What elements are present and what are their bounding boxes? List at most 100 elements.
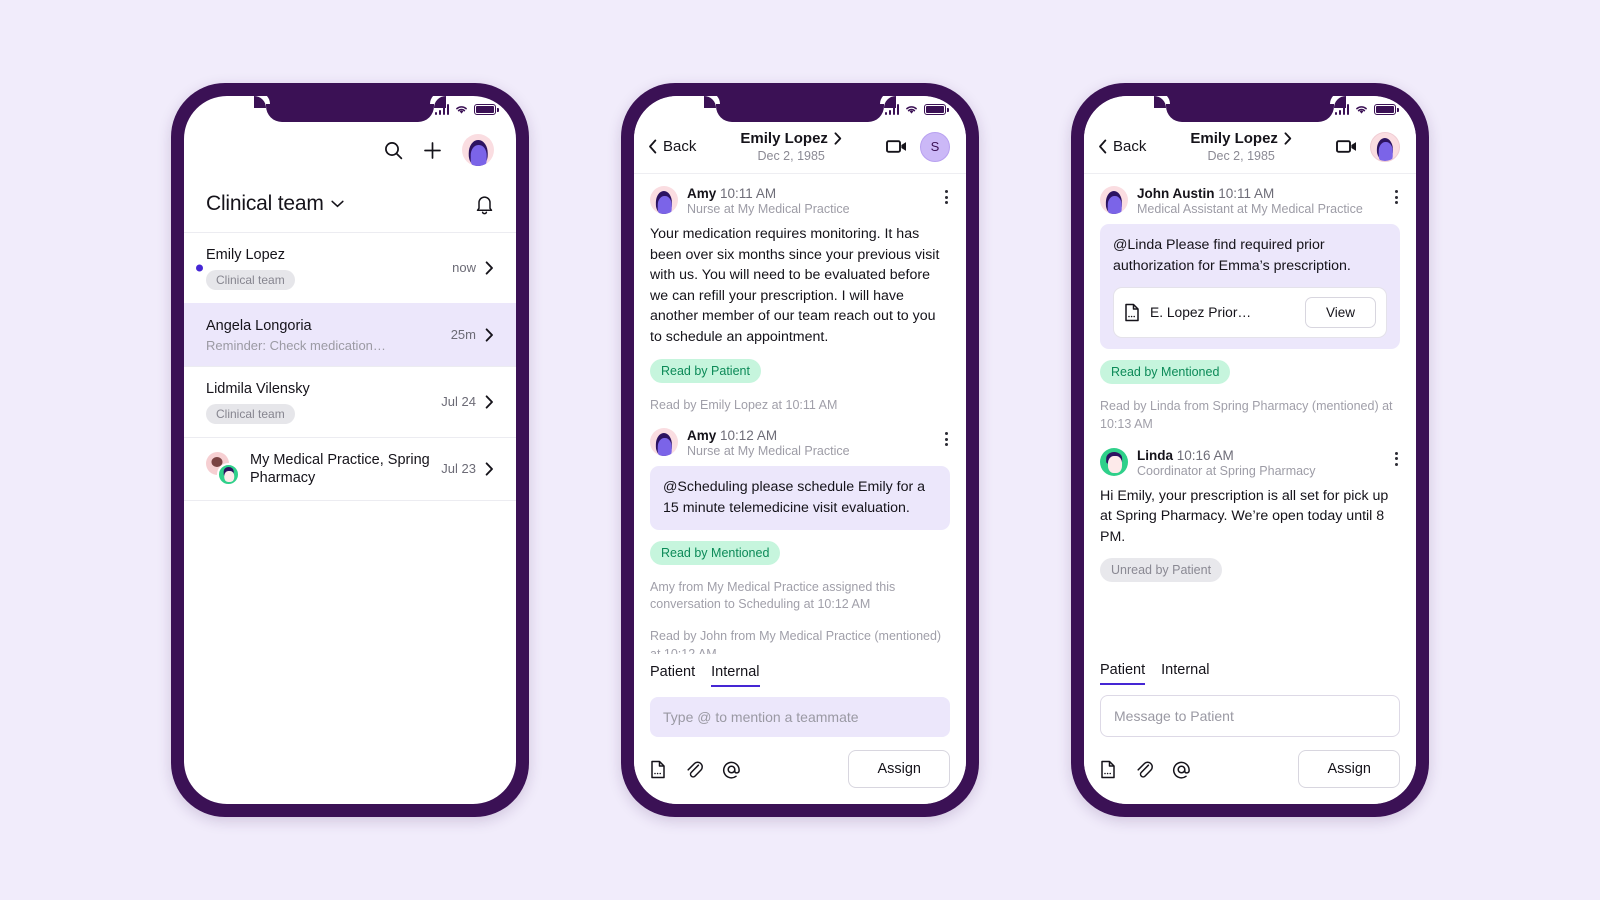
status-bar	[1334, 104, 1399, 115]
composer-tabs: Patient Internal	[650, 654, 950, 687]
list-item-time: Jul 24	[441, 394, 476, 410]
back-button[interactable]: Back	[1098, 138, 1146, 155]
at-mention-icon[interactable]	[1172, 760, 1191, 779]
back-button[interactable]: Back	[648, 138, 696, 155]
search-icon[interactable]	[384, 141, 403, 160]
list-item-content: Emily Lopez Clinical team	[206, 246, 444, 290]
message-options-icon[interactable]	[1393, 186, 1400, 208]
phone2-screen: Back Emily Lopez Dec 2, 1985 S Amy 10:11…	[634, 96, 966, 804]
avatar	[650, 428, 678, 457]
list-item-name: My Medical Practice, Spring Pharmacy	[250, 451, 430, 486]
back-label: Back	[663, 138, 697, 155]
message-time: 10:11 AM	[1218, 186, 1275, 201]
patient-name: Emily Lopez	[740, 130, 828, 147]
wifi-icon	[1356, 106, 1367, 114]
patient-header[interactable]: Emily Lopez Dec 2, 1985	[1146, 130, 1336, 163]
composer-tools	[650, 760, 741, 779]
chat-header-actions	[1336, 131, 1400, 162]
tab-internal[interactable]: Internal	[711, 664, 760, 687]
phone-notch	[254, 96, 446, 122]
message-body: Your medication requires monitoring. It …	[650, 226, 940, 345]
battery-icon	[924, 104, 949, 115]
chevron-right-icon	[485, 395, 493, 409]
tab-patient[interactable]: Patient	[650, 664, 695, 687]
message-author: Amy	[687, 428, 717, 444]
tab-internal[interactable]: Internal	[1161, 662, 1209, 685]
status-badge: Read by Patient	[650, 358, 761, 383]
read-receipt: Read by Emily Lopez at 10:11 AM	[650, 397, 838, 412]
list-item[interactable]: Lidmila Vilensky Clinical team Jul 24	[184, 366, 516, 437]
video-camera-icon[interactable]	[1336, 139, 1358, 154]
message-author: Linda	[1137, 447, 1173, 463]
at-mention-icon[interactable]	[722, 760, 741, 779]
view-button[interactable]: View	[1304, 297, 1376, 329]
status-bar	[434, 104, 499, 115]
wifi-icon	[906, 106, 917, 114]
list-item[interactable]: Angela Longoria Reminder: Check medicati…	[184, 302, 516, 367]
page-title-label: Clinical team	[206, 192, 324, 215]
paperclip-icon[interactable]	[1135, 760, 1153, 779]
message-input[interactable]: Message to Patient	[1100, 695, 1400, 737]
list-item[interactable]: My Medical Practice, Spring Pharmacy Jul…	[184, 436, 516, 500]
message-time: 10:16 AM	[1176, 447, 1234, 463]
avatar-group	[206, 451, 240, 486]
conversation-list: Emily Lopez Clinical team now Angela Lon…	[184, 232, 516, 501]
avatar[interactable]: S	[920, 131, 950, 162]
message-options-icon[interactable]	[943, 186, 950, 208]
list-item-time: Jul 23	[441, 461, 476, 477]
paperclip-icon[interactable]	[685, 760, 703, 779]
list-item-content: Angela Longoria Reminder: Check medicati…	[206, 317, 443, 354]
list-divider	[184, 499, 516, 501]
list-item[interactable]: Emily Lopez Clinical team now	[184, 232, 516, 303]
message-role: Medical Assistant at My Medical Practice	[1137, 202, 1363, 216]
message-header: Linda 10:16 AM Coordinator at Spring Pha…	[1100, 447, 1400, 478]
plus-icon[interactable]	[423, 141, 442, 160]
page-title[interactable]: Clinical team	[206, 192, 344, 216]
message-role: Coordinator at Spring Pharmacy	[1137, 463, 1316, 478]
back-label: Back	[1113, 138, 1147, 155]
assign-button[interactable]: Assign	[848, 750, 950, 788]
list-item-meta: Jul 23	[441, 461, 494, 476]
message-author-line: Amy 10:12 AM	[687, 428, 934, 443]
composer-actions: Assign	[650, 750, 950, 788]
chevron-right-icon	[485, 462, 493, 476]
document-icon[interactable]	[1100, 760, 1116, 779]
document-icon[interactable]	[650, 760, 666, 779]
video-camera-icon[interactable]	[886, 139, 908, 154]
composer-tools	[1100, 760, 1191, 779]
avatar	[1100, 447, 1128, 476]
list-item-name: Emily Lopez	[206, 247, 285, 263]
message-header: John Austin 10:11 AM Medical Assistant a…	[1100, 186, 1400, 216]
user-avatar[interactable]	[1370, 131, 1400, 162]
list-item-meta: 25m	[451, 327, 494, 342]
tab-patient[interactable]: Patient	[1100, 662, 1146, 685]
attachment-card[interactable]: E. Lopez Prior… View	[1113, 287, 1387, 339]
message-input[interactable]: Type @ to mention a teammate	[650, 697, 950, 737]
document-icon	[1125, 303, 1139, 322]
phone-notch	[704, 96, 896, 122]
composer-tabs: Patient Internal	[1100, 652, 1400, 685]
assign-button[interactable]: Assign	[1298, 750, 1400, 788]
message-bubble-text: @Linda Please find required prior author…	[1113, 237, 1351, 274]
message-meta: Amy 10:12 AM Nurse at My Medical Practic…	[687, 428, 934, 458]
avatar	[650, 186, 678, 214]
list-item-texts: Emily Lopez Clinical team	[206, 246, 295, 290]
message-options-icon[interactable]	[943, 428, 950, 450]
message-time: 10:11 AM	[720, 186, 777, 201]
message-options-icon[interactable]	[1393, 448, 1400, 470]
list-item-preview: Reminder: Check medication…	[206, 338, 386, 354]
patient-dob: Dec 2, 1985	[757, 149, 825, 163]
chevron-down-icon	[331, 200, 344, 208]
patient-header[interactable]: Emily Lopez Dec 2, 1985	[696, 130, 886, 163]
user-avatar[interactable]	[462, 134, 494, 166]
message-bubble: @Scheduling please schedule Emily for a …	[650, 466, 950, 530]
battery-icon	[474, 104, 499, 115]
chevron-left-icon	[649, 139, 657, 154]
phone-conversation-list: Clinical team Emily Lopez Clinical team …	[171, 83, 529, 817]
list-item-name: Lidmila Vilensky	[206, 381, 310, 398]
bell-icon[interactable]	[475, 194, 494, 215]
unread-dot	[196, 264, 203, 272]
chat-header-actions: S	[886, 131, 950, 162]
list-item-meta: now	[452, 260, 494, 275]
list-item-content: Lidmila Vilensky Clinical team	[206, 380, 433, 424]
